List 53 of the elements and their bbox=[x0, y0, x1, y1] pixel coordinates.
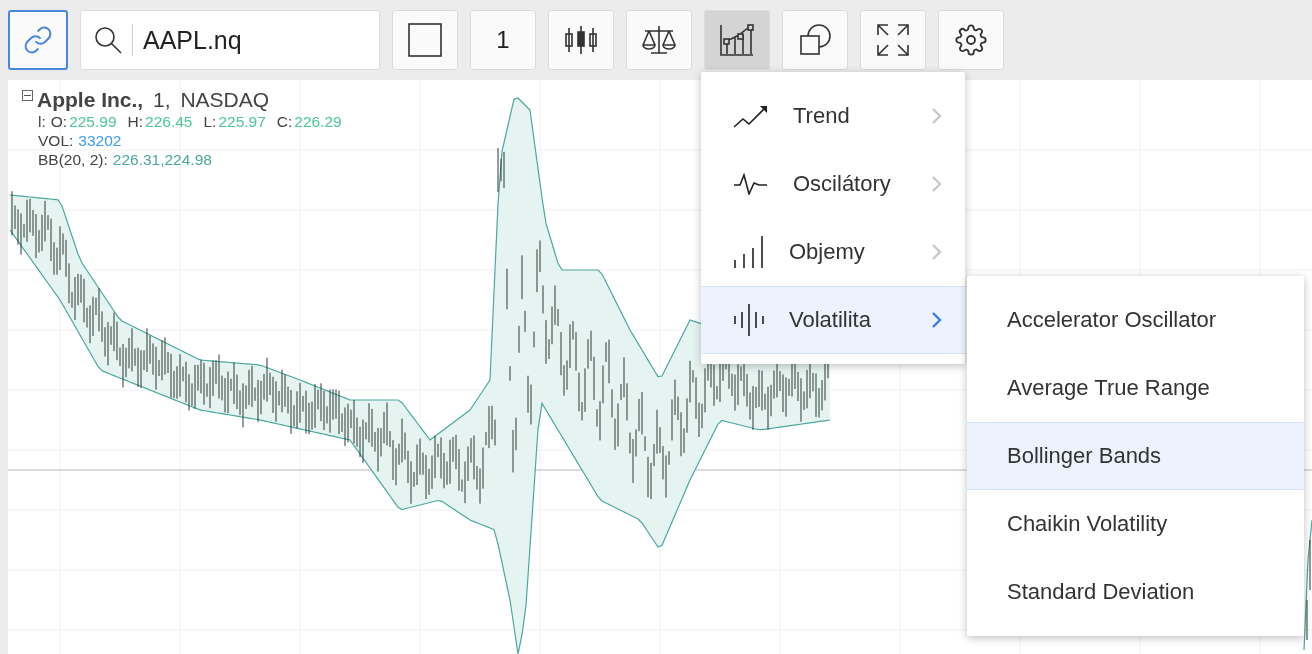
indicator-chart-icon bbox=[719, 23, 755, 57]
submenu-item[interactable]: Bollinger Bands bbox=[967, 422, 1304, 490]
search-icon bbox=[94, 26, 122, 54]
ohlc-label: C: bbox=[276, 113, 293, 131]
balance-scale-icon bbox=[641, 25, 677, 55]
shapes-icon bbox=[798, 23, 832, 57]
submenu-item[interactable]: Standard Deviation bbox=[967, 558, 1304, 626]
fullscreen-icon bbox=[876, 23, 910, 57]
ohlc-value: 225.99 bbox=[69, 113, 117, 131]
submenu-item[interactable]: Accelerator Oscillator bbox=[967, 286, 1304, 354]
submenu-item[interactable]: Average True Range bbox=[967, 354, 1304, 422]
chevron-right-icon bbox=[931, 175, 943, 193]
link-icon bbox=[23, 25, 53, 55]
symbol-name: Apple Inc., bbox=[37, 88, 144, 112]
ohlc-label: L: bbox=[203, 113, 217, 131]
ohlc-label: O: bbox=[50, 113, 68, 131]
submenu-item[interactable]: Chaikin Volatility bbox=[967, 490, 1304, 558]
fullscreen-button[interactable] bbox=[860, 10, 926, 70]
ohlc-prefix: l: bbox=[38, 113, 46, 131]
interval-button[interactable]: 1 bbox=[470, 10, 536, 70]
ohlc-value: 225.97 bbox=[218, 113, 266, 131]
menu-item[interactable]: Trend bbox=[701, 82, 965, 150]
trend-arrow-icon bbox=[733, 104, 769, 128]
chart-type-button[interactable] bbox=[548, 10, 614, 70]
settings-button[interactable] bbox=[938, 10, 1004, 70]
bollinger-value: 226.31,224.98 bbox=[112, 151, 212, 169]
collapse-icon[interactable] bbox=[22, 90, 33, 101]
indicators-button[interactable] bbox=[704, 10, 770, 70]
bollinger-label: BB(20, 2): bbox=[38, 151, 108, 169]
volatility-lines-icon bbox=[733, 304, 765, 336]
chart-interval: 1, bbox=[152, 88, 171, 112]
volume-label: VOL: bbox=[38, 132, 74, 150]
menu-item[interactable]: Objemy bbox=[701, 218, 965, 286]
ohlc-label: H: bbox=[127, 113, 144, 131]
exchange-name: NASDAQ bbox=[179, 88, 270, 112]
menu-item[interactable]: Oscilátory bbox=[701, 150, 965, 218]
drawing-tools-button[interactable] bbox=[782, 10, 848, 70]
candlestick-icon bbox=[564, 26, 598, 54]
chevron-right-icon bbox=[931, 243, 943, 261]
square-icon bbox=[408, 23, 442, 57]
oscillator-line-icon bbox=[733, 173, 769, 195]
link-button[interactable] bbox=[8, 10, 68, 70]
symbol-search-field[interactable]: AAPL.nq bbox=[80, 10, 380, 70]
square-button[interactable] bbox=[392, 10, 458, 70]
settings-icon bbox=[955, 24, 987, 56]
chevron-right-icon bbox=[931, 107, 943, 125]
chevron-right-icon bbox=[931, 311, 943, 329]
ohlc-value: 226.45 bbox=[145, 113, 193, 131]
volume-value: 33202 bbox=[78, 132, 122, 150]
volume-bars-icon bbox=[733, 236, 765, 268]
menu-item[interactable]: Volatilita bbox=[701, 286, 965, 354]
ohlc-value: 226.29 bbox=[294, 113, 342, 131]
compare-button[interactable] bbox=[626, 10, 692, 70]
